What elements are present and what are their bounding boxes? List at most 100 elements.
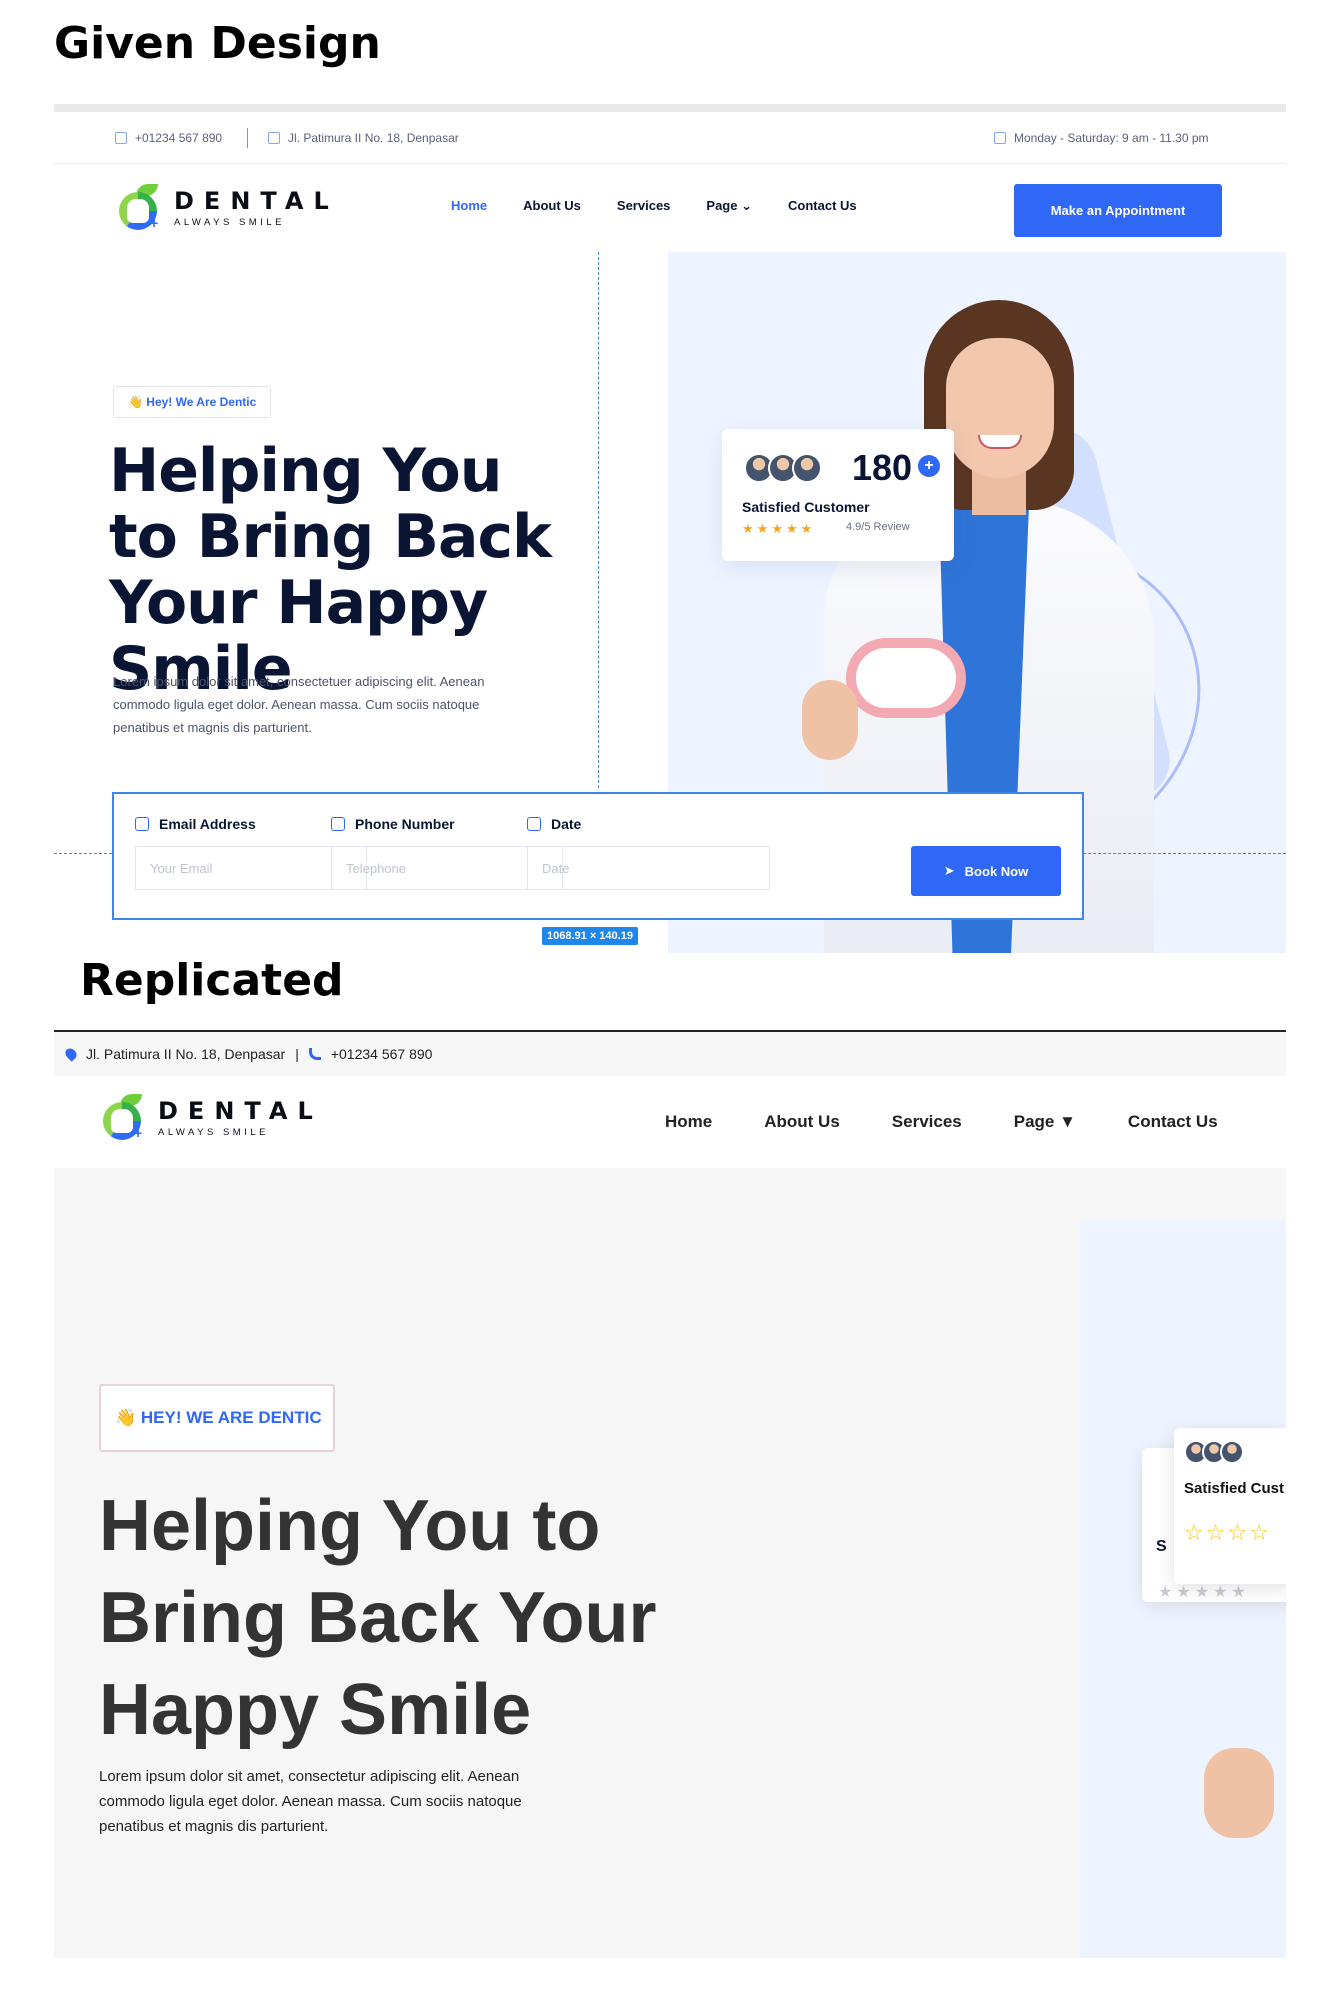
logo-tagline: ALWAYS SMILE (158, 1126, 269, 1138)
customer-avatars (744, 453, 822, 483)
star-icon: ★ (756, 521, 769, 536)
rating-stars-grey: ★ ★ ★ ★ ★ (1158, 1582, 1246, 1602)
star-icon: ★ (1194, 1584, 1210, 1601)
phone-icon (308, 1048, 321, 1060)
date-label: Date (551, 816, 582, 832)
star-icon: ★ (771, 521, 783, 536)
date-field: Date Date (527, 816, 770, 890)
topbar-separator (247, 128, 248, 148)
hero-title: Helping You to Bring Back Your Happy Smi… (109, 436, 552, 704)
nav-item-contact[interactable]: Contact Us (788, 198, 857, 214)
hero-paragraph: Lorem ipsum dolor sit amet, consectetuer… (113, 674, 485, 735)
nav-item-services[interactable]: Services (892, 1112, 962, 1132)
replicated-separator: | (295, 1046, 299, 1062)
email-label: Email Address (159, 816, 256, 832)
replicated-stats-card: Satisfied Cust ☆ ☆ ☆ ☆ (1174, 1428, 1286, 1584)
star-icon: ★ (742, 521, 754, 536)
topbar-address: Jl. Patimura II No. 18, Denpasar (268, 131, 459, 145)
top-scroll-strip (54, 104, 1286, 112)
book-now-button[interactable]: ➤ Book Now (911, 846, 1061, 896)
rating-stars: ★ ★ ★ ★ ★ (742, 521, 812, 537)
satisfied-customer-card: 180 + Satisfied Customer ★ ★ ★ ★ ★ 4.9/5 Rev… (722, 429, 954, 561)
location-pin-icon (63, 1046, 79, 1062)
replicated-nav-menu: Home About Us Services Page ▼ Contact Us (665, 1112, 1218, 1132)
doctor-hand-fragment (1204, 1748, 1274, 1838)
star-icon: ★ (785, 521, 798, 536)
replicated-top-bar: Jl. Patimura II No. 18, Denpasar | +0123… (54, 1032, 1286, 1076)
replicated-nav: + DENTAL ALWAYS SMILE Home About Us Serv… (54, 1076, 1286, 1168)
nav-item-page-label: Page (706, 198, 738, 213)
partial-label: S (1156, 1538, 1167, 1555)
nav-item-page[interactable]: Page ▼ (1014, 1112, 1076, 1132)
nav-item-page[interactable]: Page ⌄ (706, 198, 752, 214)
layout-guide-vertical (598, 252, 599, 788)
denture-model (846, 638, 966, 718)
review-score: 4.9/5 Review (846, 521, 910, 533)
star-icon: ★ (1176, 1584, 1191, 1601)
nav-item-home[interactable]: Home (665, 1112, 712, 1132)
replicated-hero-title: Helping You to Bring Back Your Happy Smi… (99, 1486, 657, 1750)
booking-form: Email Address Your Email Phone Number Te… (112, 792, 1084, 920)
star-icon: ☆ (1249, 1520, 1269, 1545)
nav-item-contact[interactable]: Contact Us (1128, 1112, 1218, 1132)
replicated-phone[interactable]: +01234 567 890 (331, 1046, 433, 1062)
star-icon: ★ (1231, 1584, 1246, 1601)
nav-item-home[interactable]: Home (451, 198, 487, 214)
phone-label: Phone Number (355, 816, 455, 832)
star-icon: ★ (800, 521, 813, 536)
replicated-frame: Jl. Patimura II No. 18, Denpasar | +0123… (54, 1030, 1286, 1958)
replicated-hero-badge: 👋 HEY! WE ARE DENTIC (99, 1384, 335, 1452)
nav-item-about[interactable]: About Us (764, 1112, 840, 1132)
avatar (1220, 1440, 1244, 1464)
topbar-hours: Monday - Saturday: 9 am - 11.30 pm (994, 131, 1209, 145)
topbar-address-text: Jl. Patimura II No. 18, Denpasar (288, 131, 459, 145)
hero-badge: 👋 Hey! We Are Dentic (113, 386, 272, 418)
nav-item-services[interactable]: Services (617, 198, 671, 214)
replicated-logo[interactable]: + DENTAL ALWAYS SMILE (100, 1094, 323, 1142)
replicated-hero: 👋 HEY! WE ARE DENTIC Helping You to Brin… (54, 1168, 1286, 1958)
mail-icon (135, 817, 149, 831)
topbar-phone-text: +01234 567 890 (135, 131, 223, 145)
customer-count: 180 (852, 447, 913, 488)
topbar-phone[interactable]: +01234 567 890 (115, 131, 222, 145)
main-nav: + DENTAL ALWAYS SMILE Home About Us Serv… (54, 164, 1286, 252)
star-icon: ☆ (1205, 1520, 1226, 1545)
calendar-icon (527, 817, 541, 831)
top-info-bar: +01234 567 890 Jl. Patimura II No. 18, D… (54, 112, 1286, 164)
nav-menu: Home About Us Services Page ⌄ Contact Us (451, 198, 857, 214)
given-design-frame: +01234 567 890 Jl. Patimura II No. 18, D… (54, 104, 1286, 953)
tooth-logo-icon: + (116, 184, 164, 232)
replicated-address: Jl. Patimura II No. 18, Denpasar (86, 1046, 286, 1062)
avatar (792, 453, 822, 483)
customer-label: Satisfied Cust (1184, 1480, 1285, 1497)
chevron-down-icon: ⌄ (741, 198, 753, 213)
plus-icon: + (918, 455, 940, 477)
logo-brand: DENTAL (174, 186, 339, 215)
date-input[interactable]: Date (527, 846, 770, 890)
nav-item-about[interactable]: About Us (523, 198, 581, 214)
phone-icon (331, 817, 345, 831)
logo-brand: DENTAL (158, 1096, 323, 1125)
replicated-heading: Replicated (80, 955, 344, 1006)
calendar-icon (994, 132, 1006, 144)
dimension-tag: 1068.91 × 140.19 (542, 927, 638, 945)
topbar-hours-text: Monday - Saturday: 9 am - 11.30 pm (1014, 131, 1209, 145)
send-icon: ➤ (943, 863, 955, 878)
hero-section: 180 + Satisfied Customer ★ ★ ★ ★ ★ 4.9/5 Rev… (54, 252, 1286, 953)
make-appointment-button[interactable]: Make an Appointment (1014, 184, 1222, 237)
star-icon: ☆ (1184, 1520, 1204, 1545)
logo[interactable]: + DENTAL ALWAYS SMILE (116, 184, 339, 232)
phone-icon (115, 132, 127, 144)
logo-tagline: ALWAYS SMILE (174, 216, 285, 228)
star-icon: ★ (1158, 1584, 1173, 1601)
customer-avatars (1184, 1440, 1244, 1464)
map-icon (268, 132, 280, 144)
star-icon: ★ (1213, 1584, 1228, 1601)
rating-stars: ☆ ☆ ☆ ☆ (1184, 1520, 1269, 1546)
replicated-hero-paragraph: Lorem ipsum dolor sit amet, consectetur … (99, 1768, 522, 1835)
tooth-logo-icon: + (100, 1094, 148, 1142)
given-design-heading: Given Design (54, 18, 381, 69)
customer-label: Satisfied Customer (742, 499, 870, 515)
star-icon: ☆ (1227, 1520, 1248, 1545)
book-now-label: Book Now (964, 863, 1029, 879)
